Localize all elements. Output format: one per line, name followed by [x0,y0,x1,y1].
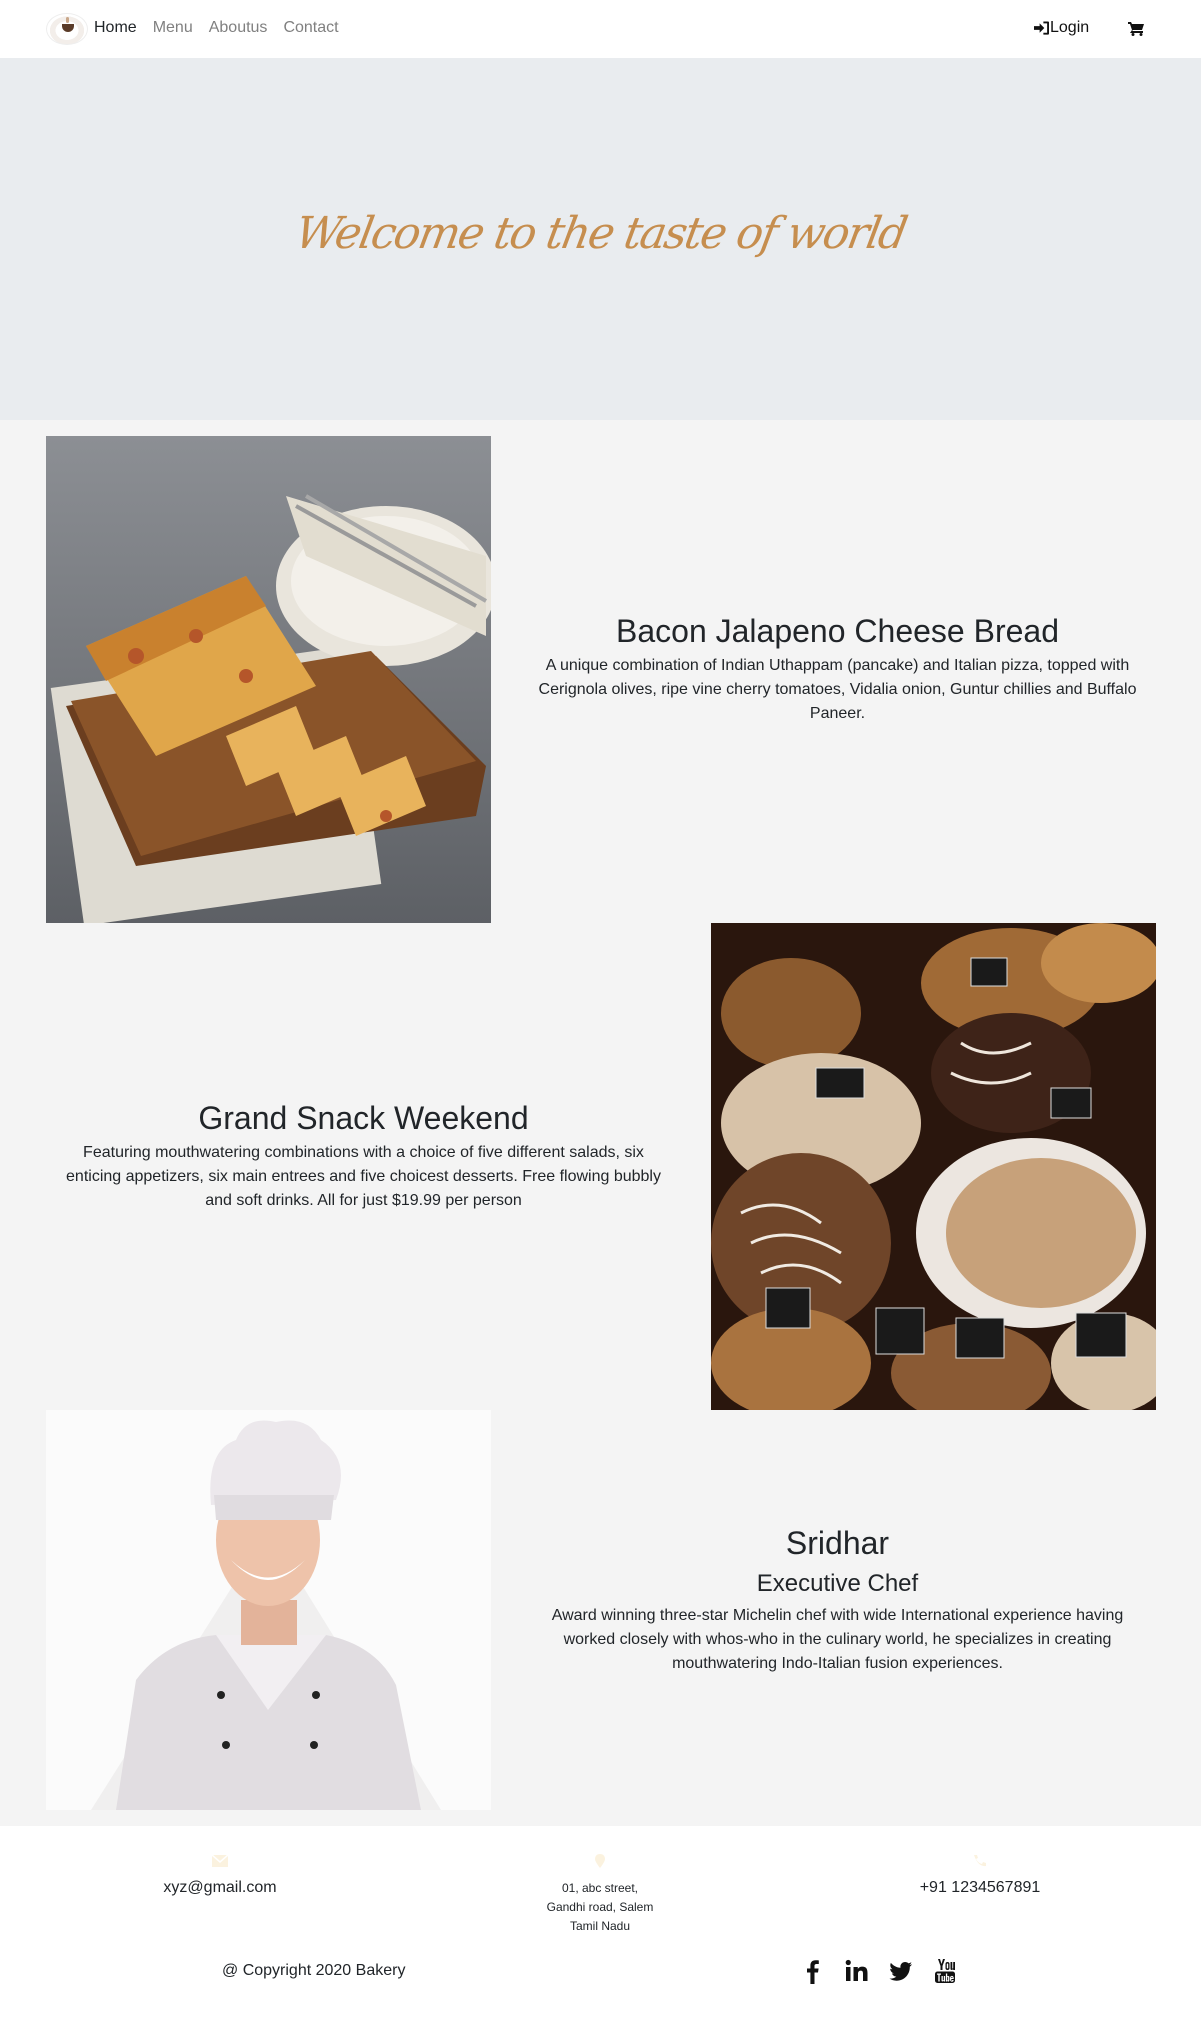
footer-address: 01, abc street, Gandhi road, Salem Tamil… [500,1854,700,1936]
social-links [800,1958,958,1984]
hero-title: Welcome to the taste of world [291,208,910,259]
address-line-3: Tamil Nadu [569,1919,631,1933]
chef-name: Sridhar [785,1525,890,1561]
copyright-text: @ Copyright 2020 Bakery [222,1962,406,1979]
chef-role: Executive Chef [756,1570,919,1598]
footer-phone: +91 1234567891 [880,1854,1080,1897]
nav-links: Home Menu Aboutus Contact [94,19,339,37]
nav-link-home[interactable]: Home [94,19,137,37]
nav-link-aboutus[interactable]: Aboutus [209,19,268,37]
cheese-bread-image [46,436,491,923]
feature-description: Featuring mouthwatering combinations wit… [66,1144,661,1210]
feature-title: Bacon Jalapeno Cheese Bread [616,613,1059,649]
phone-text[interactable]: +91 1234567891 [880,1879,1080,1897]
navbar: Home Menu Aboutus Contact Login [0,0,1201,58]
email-text[interactable]: xyz@gmail.com [120,1879,320,1897]
map-marker-icon [595,1854,605,1868]
address-line-2: Gandhi road, Salem [546,1900,654,1914]
bakery-logo[interactable] [46,13,88,45]
feature-cheese-bread: Bacon Jalapeno Cheese Bread A unique com… [530,612,1145,726]
facebook-icon[interactable] [800,1958,826,1984]
youtube-icon[interactable] [932,1958,958,1984]
shopping-cart-icon[interactable] [1128,21,1144,36]
linkedin-icon[interactable] [844,1958,870,1984]
twitter-icon[interactable] [888,1958,914,1984]
feature-snack-weekend: Grand Snack Weekend Featuring mouthwater… [56,1099,671,1213]
pastries-image [711,923,1156,1410]
feature-title: Grand Snack Weekend [198,1100,529,1136]
nav-link-menu[interactable]: Menu [153,19,193,37]
login-label: Login [1050,19,1090,36]
chef-portrait-image [46,1410,491,1810]
sign-in-icon [1034,21,1049,35]
feature-chef: Sridhar Executive Chef Award winning thr… [530,1524,1145,1676]
feature-description: A unique combination of Indian Uthappam … [538,657,1137,723]
footer-email: xyz@gmail.com [120,1854,320,1897]
login-button[interactable]: Login [1034,19,1089,37]
feature-description: Award winning three-star Michelin chef w… [551,1606,1124,1672]
phone-icon [974,1855,986,1867]
envelope-icon [211,1854,229,1867]
address-line-1: 01, abc street, [561,1881,639,1895]
hero-banner: Welcome to the taste of world [0,58,1201,420]
nav-link-contact[interactable]: Contact [283,19,338,37]
